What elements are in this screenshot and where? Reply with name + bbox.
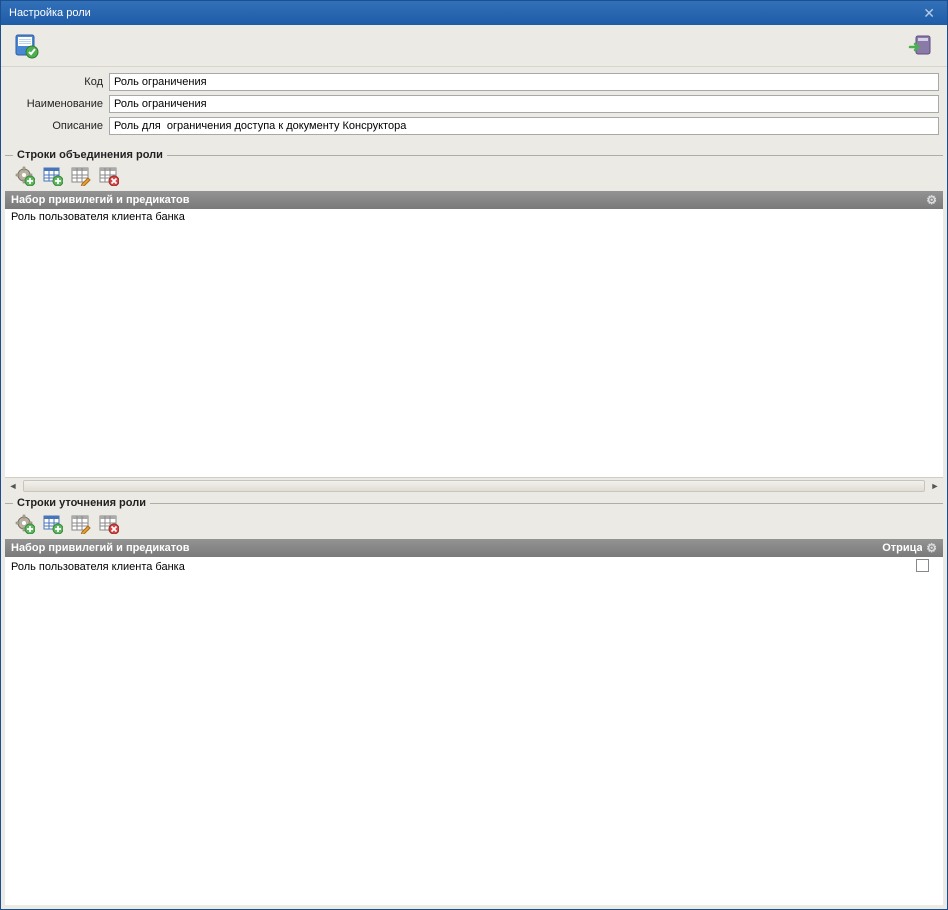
main-stack: Строки объединения роли — [1, 145, 947, 909]
table-delete-icon — [99, 514, 119, 534]
section-union-toolbar — [5, 163, 943, 191]
refine-grid: Набор привилегий и предикатов Отрица ⚙ Р… — [5, 539, 943, 905]
gear-icon[interactable]: ⚙ — [926, 193, 937, 207]
section-refine: Строки уточнения роли — [5, 493, 943, 905]
list-item-negate — [907, 559, 937, 575]
publish-button[interactable] — [907, 32, 935, 60]
scroll-track[interactable] — [23, 480, 925, 492]
scroll-left-icon[interactable]: ◄ — [5, 479, 21, 493]
table-add-button[interactable] — [41, 513, 65, 535]
table-edit-button[interactable] — [69, 165, 93, 187]
desc-input[interactable] — [109, 117, 939, 135]
gear-add-button[interactable] — [13, 513, 37, 535]
save-ok-icon — [14, 33, 40, 59]
list-item-text: Роль пользователя клиента банка — [11, 561, 907, 573]
scroll-right-icon[interactable]: ► — [927, 479, 943, 493]
publish-icon — [908, 33, 934, 59]
table-add-icon — [43, 514, 63, 534]
window: Настройка роли ✕ Код — [0, 0, 948, 910]
name-input[interactable] — [109, 95, 939, 113]
section-refine-toolbar — [5, 511, 943, 539]
table-edit-icon — [71, 166, 91, 186]
list-item[interactable]: Роль пользователя клиента банка — [5, 209, 943, 225]
gear-add-button[interactable] — [13, 165, 37, 187]
code-label: Код — [9, 76, 109, 88]
table-edit-button[interactable] — [69, 513, 93, 535]
save-button[interactable] — [13, 32, 41, 60]
table-delete-icon — [99, 166, 119, 186]
refine-grid-header: Набор привилегий и предикатов Отрица ⚙ — [5, 539, 943, 557]
form-row-code: Код — [9, 73, 939, 91]
union-grid-body[interactable]: Роль пользователя клиента банка — [5, 209, 943, 477]
close-icon[interactable]: ✕ — [919, 5, 939, 22]
section-union: Строки объединения роли — [5, 145, 943, 493]
code-input[interactable] — [109, 73, 939, 91]
form-row-desc: Описание — [9, 117, 939, 135]
desc-label: Описание — [9, 120, 109, 132]
section-union-header: Строки объединения роли — [5, 149, 943, 161]
horizontal-scrollbar[interactable]: ◄ ► — [5, 477, 943, 493]
form-row-name: Наименование — [9, 95, 939, 113]
gear-add-icon — [15, 166, 35, 186]
list-item-text: Роль пользователя клиента банка — [11, 211, 937, 223]
gear-icon[interactable]: ⚙ — [926, 541, 937, 555]
refine-grid-col-negate: Отрица — [882, 542, 922, 554]
union-grid-header-label: Набор привилегий и предикатов — [11, 194, 190, 206]
main-toolbar — [1, 25, 947, 67]
table-edit-icon — [71, 514, 91, 534]
titlebar: Настройка роли ✕ — [1, 1, 947, 25]
table-delete-button[interactable] — [97, 513, 121, 535]
table-add-button[interactable] — [41, 165, 65, 187]
gear-add-icon — [15, 514, 35, 534]
union-grid: Набор привилегий и предикатов ⚙ Роль пол… — [5, 191, 943, 493]
refine-grid-body[interactable]: Роль пользователя клиента банка — [5, 557, 943, 905]
refine-grid-header-label: Набор привилегий и предикатов — [11, 542, 190, 554]
table-add-icon — [43, 166, 63, 186]
union-grid-header: Набор привилегий и предикатов ⚙ — [5, 191, 943, 209]
negate-checkbox[interactable] — [916, 559, 929, 572]
section-refine-title: Строки уточнения роли — [17, 497, 146, 509]
list-item[interactable]: Роль пользователя клиента банка — [5, 557, 943, 577]
section-refine-header: Строки уточнения роли — [5, 497, 943, 509]
form-area: Код Наименование Описание — [1, 67, 947, 145]
section-union-title: Строки объединения роли — [17, 149, 163, 161]
window-title: Настройка роли — [9, 7, 91, 19]
name-label: Наименование — [9, 98, 109, 110]
table-delete-button[interactable] — [97, 165, 121, 187]
